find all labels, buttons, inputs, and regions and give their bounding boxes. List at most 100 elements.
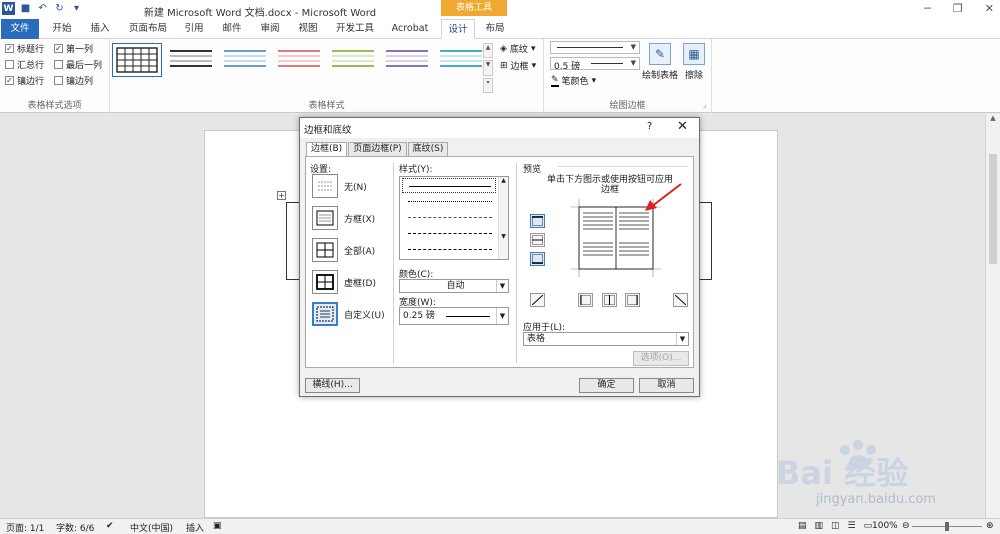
left-border-button[interactable] xyxy=(578,293,593,307)
table-style-swatch[interactable] xyxy=(112,43,162,77)
diagonal-up-border-button[interactable] xyxy=(530,293,545,307)
draft-icon[interactable]: ▭ xyxy=(864,521,873,531)
status-bar: 页面: 1/1 字数: 6/6 ✔ 中文(中国) 插入 ▣ ▤ ▥ ◫ ☰ ▭ … xyxy=(0,518,1000,534)
inside-vertical-border-button[interactable] xyxy=(602,293,617,307)
gallery-up-icon[interactable]: ▲ xyxy=(483,43,493,59)
vertical-scrollbar[interactable]: ▲ xyxy=(985,114,1000,518)
tab-page-border[interactable]: 页面边框(P) xyxy=(348,142,407,156)
chevron-down-icon: ▼ xyxy=(496,308,508,324)
banded-rows-checkbox[interactable]: ✓ 镶边行 xyxy=(5,74,44,87)
inside-horizontal-border-button[interactable] xyxy=(530,233,545,247)
insert-mode[interactable]: 插入 xyxy=(186,521,204,534)
gallery-down-icon[interactable]: ▼ xyxy=(483,60,493,76)
dialog-close-button[interactable]: ✕ xyxy=(677,119,688,134)
table-style-swatch[interactable] xyxy=(328,43,378,77)
top-border-button[interactable] xyxy=(530,214,545,228)
tab-developer[interactable]: 开发工具 xyxy=(330,19,380,39)
tab-home[interactable]: 开始 xyxy=(44,19,80,39)
border-none-icon xyxy=(312,174,338,198)
checkbox-checked-icon: ✓ xyxy=(54,44,63,53)
tab-shading[interactable]: 底纹(S) xyxy=(407,142,449,156)
line-style-dash-dot[interactable] xyxy=(402,242,496,257)
first-column-checkbox[interactable]: ✓ 第一列 xyxy=(54,42,93,55)
minimize-icon[interactable]: ─ xyxy=(924,2,931,15)
tab-review[interactable]: 审阅 xyxy=(252,19,288,39)
gallery-more-icon[interactable]: ▾ xyxy=(483,77,493,93)
pen-color-icon: ✎ xyxy=(551,74,559,87)
web-layout-icon[interactable]: ◫ xyxy=(831,521,840,531)
chevron-down-icon: ▼ xyxy=(630,59,636,67)
setting-custom[interactable]: 自定义(U) xyxy=(312,302,385,326)
zoom-in-icon[interactable]: ⊕ xyxy=(986,521,994,531)
zoom-slider[interactable] xyxy=(912,522,982,531)
zoom-level[interactable]: 100% xyxy=(872,521,898,531)
eraser-button[interactable]: ▦ 擦除 xyxy=(674,43,714,81)
page-count[interactable]: 页面: 1/1 xyxy=(6,521,44,534)
dialog-title-bar: 边框和底纹 ? ✕ xyxy=(300,118,699,138)
setting-all[interactable]: 全部(A) xyxy=(312,238,375,262)
tab-page-layout[interactable]: 页面布局 xyxy=(122,19,174,39)
shading-button[interactable]: ◈ 底纹 ▾ xyxy=(500,42,535,56)
print-layout-icon[interactable]: ▤ xyxy=(798,521,807,531)
tab-references[interactable]: 引用 xyxy=(176,19,212,39)
cancel-button[interactable]: 取消 xyxy=(639,378,694,393)
close-window-icon[interactable]: ✕ xyxy=(985,2,994,15)
bottom-border-icon xyxy=(532,254,543,264)
options-button[interactable]: 选项(O)... xyxy=(633,351,689,366)
table-style-swatch[interactable] xyxy=(220,43,270,77)
borders-button[interactable]: ⊞ 边框 ▾ xyxy=(500,59,536,73)
line-style-solid[interactable] xyxy=(402,178,496,193)
restore-icon[interactable]: ❐ xyxy=(953,2,963,15)
diagonal-down-border-button[interactable] xyxy=(673,293,688,307)
table-style-swatch[interactable] xyxy=(382,43,432,77)
table-style-swatch[interactable] xyxy=(274,43,324,77)
color-dropdown[interactable]: 自动 ▼ xyxy=(399,279,509,293)
ribbon-tabs: 文件 开始 插入 页面布局 引用 邮件 审阅 视图 开发工具 Acrobat 设… xyxy=(0,19,1000,52)
right-border-button[interactable] xyxy=(625,293,640,307)
horizontal-line-button[interactable]: 横线(H)... xyxy=(305,378,360,393)
language-indicator[interactable]: 中文(中国) xyxy=(130,521,173,534)
full-screen-reading-icon[interactable]: ▥ xyxy=(815,521,824,531)
table-style-swatch[interactable] xyxy=(166,43,216,77)
line-style-dash[interactable] xyxy=(402,226,496,241)
pen-color-button[interactable]: ✎ 笔颜色 ▾ xyxy=(551,74,596,87)
setting-box[interactable]: 方框(X) xyxy=(312,206,375,230)
tab-view[interactable]: 视图 xyxy=(290,19,326,39)
scroll-up-icon[interactable]: ▲ xyxy=(986,114,1000,122)
table-style-swatch[interactable] xyxy=(436,43,486,77)
width-dropdown[interactable]: 0.25 磅 ▼ xyxy=(399,307,509,325)
macro-record-icon[interactable]: ▣ xyxy=(213,521,222,531)
pen-style-dropdown[interactable]: ▼ xyxy=(550,41,640,54)
tab-layout[interactable]: 布局 xyxy=(478,19,512,39)
setting-grid[interactable]: 虚框(D) xyxy=(312,270,376,294)
zoom-slider-knob[interactable] xyxy=(945,522,949,531)
table-move-handle-icon[interactable]: + xyxy=(277,191,286,200)
last-column-checkbox[interactable]: 最后一列 xyxy=(54,58,102,71)
border-all-icon xyxy=(312,238,338,262)
scrollbar-thumb[interactable] xyxy=(989,154,997,264)
pen-weight-dropdown[interactable]: 0.5 磅 ▼ xyxy=(550,57,640,72)
zoom-out-icon[interactable]: ⊖ xyxy=(902,521,910,531)
bottom-border-button[interactable] xyxy=(530,252,545,266)
line-style-fine-dash[interactable] xyxy=(402,210,496,225)
dialog-launcher-icon[interactable]: ⌟ xyxy=(703,101,706,109)
outline-icon[interactable]: ☰ xyxy=(848,521,856,531)
dialog-help-button[interactable]: ? xyxy=(647,121,652,132)
proofing-icon[interactable]: ✔ xyxy=(106,521,114,531)
tab-design[interactable]: 设计 xyxy=(441,19,475,39)
word-count[interactable]: 字数: 6/6 xyxy=(56,521,94,534)
tab-borders[interactable]: 边框(B) xyxy=(306,142,348,157)
ok-button[interactable]: 确定 xyxy=(579,378,634,393)
setting-none[interactable]: 无(N) xyxy=(312,174,367,198)
total-row-checkbox[interactable]: 汇总行 xyxy=(5,58,44,71)
tab-mailings[interactable]: 邮件 xyxy=(214,19,250,39)
banded-columns-checkbox[interactable]: 镶边列 xyxy=(54,74,93,87)
tab-file[interactable]: 文件 xyxy=(1,19,39,39)
line-style-dotted[interactable] xyxy=(402,194,496,209)
tab-insert[interactable]: 插入 xyxy=(82,19,118,39)
tab-acrobat[interactable]: Acrobat xyxy=(384,19,436,39)
line-style-list[interactable]: ▲ ▼ xyxy=(399,176,509,260)
apply-to-dropdown[interactable]: 表格 ▼ xyxy=(523,332,689,346)
header-row-checkbox[interactable]: ✓ 标题行 xyxy=(5,42,44,55)
list-scrollbar[interactable]: ▲ ▼ xyxy=(498,177,508,259)
